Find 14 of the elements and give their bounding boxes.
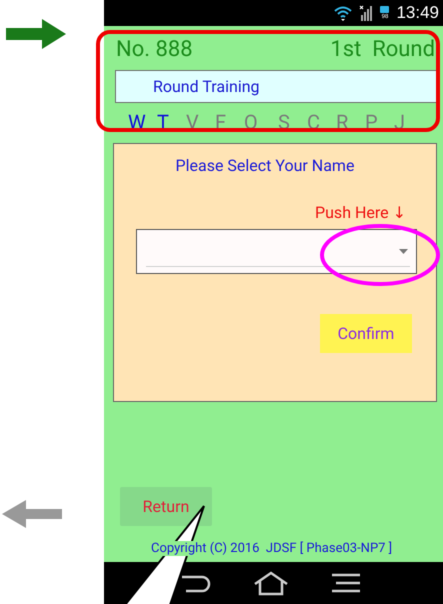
contestant-number: No. 888: [116, 36, 193, 62]
push-hint: Push Here ↓: [315, 203, 406, 222]
dance-letter: T: [157, 110, 170, 134]
dance-letter: W: [128, 110, 147, 134]
copyright-text: Copyright (C) 2016 JDSF [ Phase03-NP7 ]: [151, 541, 392, 556]
event-field: Round Training: [115, 70, 438, 103]
dance-letter: F: [215, 110, 228, 134]
round-label: 1st Round: [330, 36, 435, 62]
dance-letter: V: [186, 110, 200, 134]
confirm-button[interactable]: Confirm: [320, 314, 412, 353]
card-title: Please Select Your Name: [176, 156, 354, 175]
dance-letter: P: [365, 110, 379, 134]
return-button[interactable]: Return: [120, 487, 212, 526]
clock-time: 13:49: [396, 3, 439, 23]
